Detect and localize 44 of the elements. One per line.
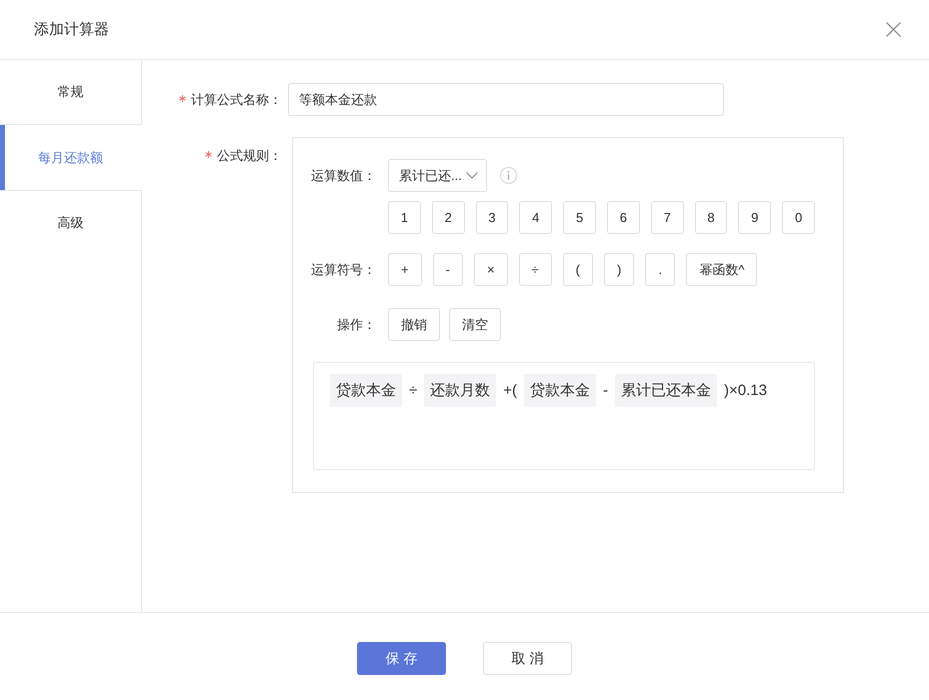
digit-button[interactable]: 7 <box>650 201 684 234</box>
operator-button[interactable]: 幂函数^ <box>686 253 758 286</box>
digit-button[interactable]: 9 <box>738 201 772 234</box>
sidebar-tab[interactable]: 常规 <box>0 60 142 125</box>
save-button[interactable]: 保存 <box>357 642 446 675</box>
operator-button[interactable]: ÷ <box>518 253 552 286</box>
digit-button[interactable]: 5 <box>563 201 596 234</box>
field-label: 运算符号： <box>311 260 376 278</box>
operator-button[interactable]: ) <box>604 253 634 286</box>
operator-button[interactable]: ( <box>562 253 594 286</box>
formula-variable-token: 累计已还本金 <box>615 374 717 407</box>
operation-button[interactable]: 清空 <box>449 308 501 341</box>
formula-operator: )×0.13 <box>724 381 767 401</box>
digit-button[interactable]: 2 <box>432 201 465 234</box>
operator-button[interactable]: + <box>388 253 422 286</box>
field-label: 公式规则： <box>217 146 282 164</box>
formula-operator: ÷ <box>409 381 418 401</box>
formula-field[interactable]: 贷款本金 ÷ 还款月数 +( 贷款本金 - 累计已还本金 )×0.13 <box>313 362 815 470</box>
field-label: 运算数值： <box>311 166 376 184</box>
formula-operator: - <box>603 381 608 401</box>
digit-button[interactable]: 3 <box>476 201 508 234</box>
digit-button[interactable]: 0 <box>782 201 815 234</box>
formula-variable-token: 还款月数 <box>424 374 496 407</box>
formula-variable-token: 贷款本金 <box>524 374 596 407</box>
dialog-title: 添加计算器 <box>34 20 109 39</box>
chevron-down-icon <box>466 172 478 179</box>
value-dropdown[interactable]: 累计已还... <box>388 159 487 192</box>
formula-operator: +( <box>503 381 517 401</box>
operator-button[interactable]: . <box>645 253 676 286</box>
digit-button[interactable]: 6 <box>606 201 640 234</box>
field-label: 操作： <box>337 316 376 334</box>
info-icon <box>500 167 517 184</box>
formula-variable-token: 贷款本金 <box>330 374 402 407</box>
operator-button[interactable]: × <box>474 253 508 286</box>
close-icon[interactable] <box>886 22 901 37</box>
sidebar-tab[interactable]: 高级 <box>0 190 142 255</box>
digit-button[interactable]: 4 <box>519 201 552 234</box>
operator-button[interactable]: - <box>432 253 463 286</box>
field-label: 计算公式名称： <box>191 90 282 108</box>
digit-button[interactable]: 8 <box>694 201 728 234</box>
cancel-button[interactable]: 取消 <box>483 642 572 675</box>
formula-name-input[interactable]: 等额本金还款 <box>288 83 724 116</box>
operation-button[interactable]: 撤销 <box>388 308 440 341</box>
digit-button[interactable]: 1 <box>388 201 421 234</box>
